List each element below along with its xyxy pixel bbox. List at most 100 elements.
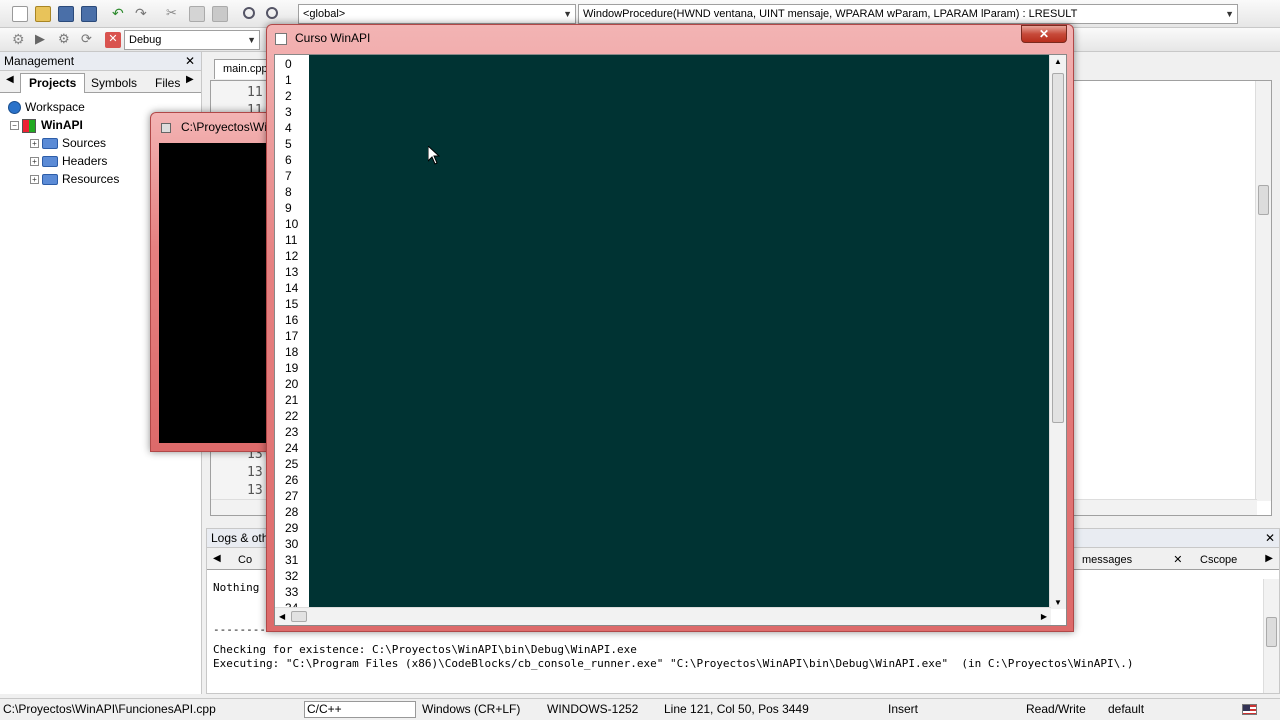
tree-folder-sources[interactable]: + Sources xyxy=(30,134,106,152)
tab-files[interactable]: Files xyxy=(146,73,189,93)
save-all-icon[interactable] xyxy=(81,6,97,22)
number-item: 26 xyxy=(285,473,299,487)
tab-files-label: Files xyxy=(155,76,181,90)
number-item: 17 xyxy=(285,329,299,343)
folder-headers-label: Headers xyxy=(62,154,108,168)
window-title: Curso WinAPI xyxy=(295,31,371,45)
management-title-label: Management xyxy=(4,54,75,68)
console-window-title: C:\Proyectos\Wi xyxy=(181,120,268,134)
number-item: 3 xyxy=(285,105,292,119)
number-item: 18 xyxy=(285,345,299,359)
tab-projects[interactable]: Projects xyxy=(20,73,86,93)
rebuild-icon[interactable]: ⟳ xyxy=(81,32,97,48)
tree-workspace[interactable]: Workspace xyxy=(8,98,85,116)
editor-vertical-scrollbar[interactable] xyxy=(1255,81,1271,501)
number-item: 4 xyxy=(285,121,292,135)
line-number: 13 xyxy=(247,483,263,498)
scope-combo[interactable]: <global> ▼ xyxy=(298,4,576,24)
tab-scroll-left-icon[interactable]: ◀ xyxy=(213,553,221,564)
paste-icon[interactable] xyxy=(212,6,228,22)
scroll-down-icon[interactable]: ▼ xyxy=(1054,598,1062,607)
collapse-icon[interactable]: − xyxy=(10,121,19,131)
scrollbar-thumb[interactable] xyxy=(291,611,307,622)
number-item: 30 xyxy=(285,537,299,551)
number-list: 0 1 2 3 4 5 6 7 8 9 10 11 12 13 14 15 16 17 18 19 20 21 22 23 24… xyxy=(275,55,309,609)
abort-icon[interactable]: ✕ xyxy=(105,32,121,48)
expand-icon[interactable]: + xyxy=(30,175,39,185)
management-tabs: ◀ Projects Symbols Files ▶ xyxy=(0,71,201,93)
logs-vertical-scrollbar[interactable] xyxy=(1263,579,1279,693)
app-window-icon xyxy=(275,33,287,45)
build-run-icon[interactable]: ⚙ xyxy=(58,32,74,48)
number-item: 33 xyxy=(285,585,299,599)
scrollbar-thumb[interactable] xyxy=(1258,185,1269,215)
number-item: 7 xyxy=(285,169,292,183)
number-item: 5 xyxy=(285,137,292,151)
tree-folder-headers[interactable]: + Headers xyxy=(30,152,107,170)
number-item: 29 xyxy=(285,521,299,535)
number-item: 25 xyxy=(285,457,299,471)
tab-code-blocks-label: Co xyxy=(238,554,253,566)
build-gear-icon[interactable]: ⚙ xyxy=(12,32,28,48)
management-title: Management ✕ xyxy=(0,52,201,71)
status-language: C/C++ xyxy=(304,701,416,718)
scroll-left-icon[interactable]: ◀ xyxy=(279,612,285,621)
number-item: 32 xyxy=(285,569,299,583)
run-icon[interactable]: ▶ xyxy=(35,32,51,48)
tab-scroll-left-icon[interactable]: ◀ xyxy=(6,74,14,85)
close-icon[interactable]: ✕ xyxy=(1265,529,1275,547)
tab-cscope[interactable]: Cscope xyxy=(1191,550,1246,570)
close-icon[interactable]: ✕ xyxy=(185,52,195,70)
tree-folder-resources[interactable]: + Resources xyxy=(30,170,119,188)
status-access: Read/Write xyxy=(1026,702,1086,716)
copy-icon[interactable] xyxy=(189,6,205,22)
open-file-icon[interactable] xyxy=(35,6,51,22)
status-line-endings: Windows (CR+LF) xyxy=(422,702,521,716)
build-target-combo[interactable]: Debug ▼ xyxy=(124,30,260,50)
tab-symbols[interactable]: Symbols xyxy=(82,73,146,93)
redo-icon[interactable]: ↷ xyxy=(135,6,151,22)
client-vertical-scrollbar[interactable]: ▲ ▼ xyxy=(1049,55,1066,609)
number-item: 31 xyxy=(285,553,299,567)
number-item: 9 xyxy=(285,201,292,215)
number-item: 20 xyxy=(285,377,299,391)
tree-project[interactable]: − WinAPI xyxy=(10,116,83,134)
scrollbar-thumb[interactable] xyxy=(1052,73,1064,423)
cut-icon[interactable]: ✂ xyxy=(166,6,182,22)
tab-code-blocks[interactable]: Co xyxy=(229,550,261,570)
curso-winapi-window[interactable]: Curso WinAPI ✕ 0 1 2 3 4 5 6 7 8 9 10 11 12 13 14 15 16 1… xyxy=(266,24,1074,632)
window-close-button[interactable]: ✕ xyxy=(1021,25,1067,43)
folder-resources-label: Resources xyxy=(62,172,120,186)
expand-icon[interactable]: + xyxy=(30,139,39,149)
scrollbar-thumb[interactable] xyxy=(1266,617,1277,647)
number-item: 22 xyxy=(285,409,299,423)
tab-scroll-right-icon[interactable]: ▶ xyxy=(1265,553,1273,564)
tab-messages[interactable]: messages ✕ xyxy=(1073,550,1191,570)
workspace-label: Workspace xyxy=(25,100,85,114)
number-item: 19 xyxy=(285,361,299,375)
new-file-icon[interactable] xyxy=(12,6,28,22)
console-window-icon xyxy=(161,123,171,133)
status-profile: default xyxy=(1108,702,1145,716)
number-item: 0 xyxy=(285,57,292,71)
number-item: 6 xyxy=(285,153,292,167)
console-window[interactable]: C:\Proyectos\Wi xyxy=(150,112,280,452)
tab-scroll-right-icon[interactable]: ▶ xyxy=(186,74,194,85)
save-icon[interactable] xyxy=(58,6,74,22)
find-icon[interactable] xyxy=(243,7,255,19)
client-area: 0 1 2 3 4 5 6 7 8 9 10 11 12 13 14 15 16 17 18 19 20 21 22 23 24… xyxy=(274,54,1067,626)
function-combo[interactable]: WindowProcedure(HWND ventana, UINT mensa… xyxy=(578,4,1238,24)
build-target-value: Debug xyxy=(129,34,162,46)
scroll-up-icon[interactable]: ▲ xyxy=(1054,57,1062,66)
replace-icon[interactable] xyxy=(266,7,278,19)
number-item: 16 xyxy=(285,313,299,327)
close-icon[interactable]: ✕ xyxy=(1173,554,1182,566)
number-item: 12 xyxy=(285,249,299,263)
scroll-right-icon[interactable]: ▶ xyxy=(1041,612,1047,621)
expand-icon[interactable]: + xyxy=(30,157,39,167)
number-item: 21 xyxy=(285,393,299,407)
keyboard-flag-icon[interactable] xyxy=(1242,704,1257,715)
client-horizontal-scrollbar[interactable]: ◀ ▶ xyxy=(275,607,1051,625)
undo-icon[interactable]: ↶ xyxy=(112,6,128,22)
project-label: WinAPI xyxy=(41,118,83,132)
